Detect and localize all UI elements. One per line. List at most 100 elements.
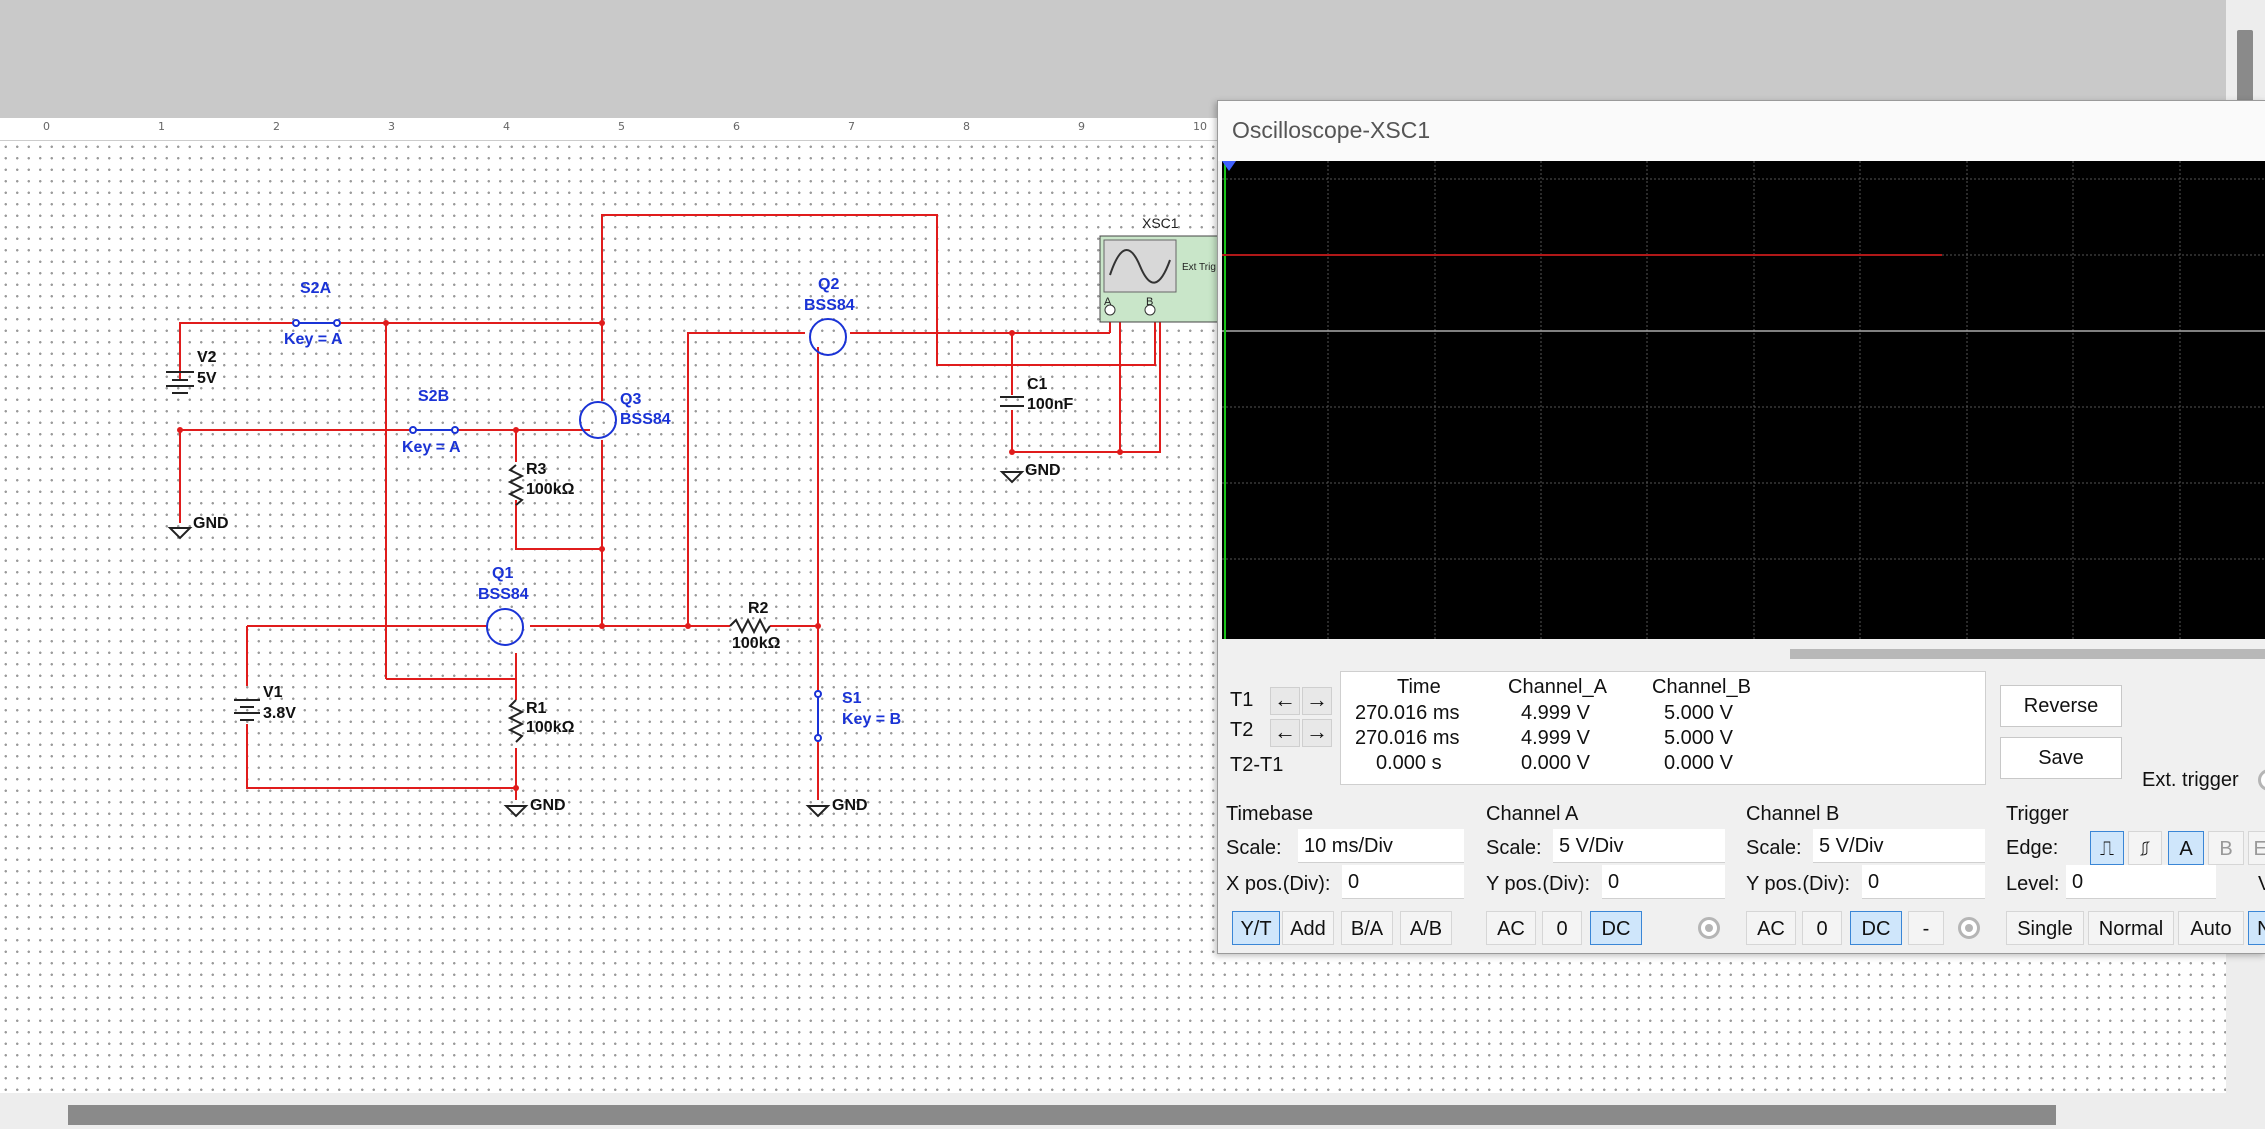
trigger-title: Trigger bbox=[2006, 803, 2069, 825]
header-time: Time bbox=[1397, 676, 1441, 698]
r3-name: R3 bbox=[526, 461, 547, 478]
channel-a-ypos-field[interactable]: 0 bbox=[1602, 865, 1725, 899]
oscilloscope-screen[interactable] bbox=[1222, 161, 2265, 639]
channel-a-scale-label: Scale: bbox=[1486, 837, 1542, 859]
timebase-scale-label: Scale: bbox=[1226, 837, 1282, 859]
diff-channel-a: 0.000 V bbox=[1521, 752, 1590, 774]
ext-trigger-label: Ext. trigger bbox=[2142, 769, 2239, 791]
t2-left-button[interactable]: ← bbox=[1270, 719, 1300, 747]
cursor-panel: T1 T2 T2-T1 ← → ← → Time Channel_A Chann… bbox=[1218, 669, 2265, 791]
auto-button[interactable]: Auto bbox=[2178, 911, 2244, 945]
a-b-mode-button[interactable]: A/B bbox=[1400, 911, 1452, 945]
x-pos-label: X pos.(Div): bbox=[1226, 873, 1331, 895]
t1-time: 270.016 ms bbox=[1355, 702, 1460, 724]
xsc1-a: A bbox=[1104, 296, 1112, 308]
channel-a-dc-button[interactable]: DC bbox=[1590, 911, 1642, 945]
edge-label: Edge: bbox=[2006, 837, 2059, 859]
header-channel-a: Channel_A bbox=[1508, 676, 1607, 698]
trigger-source-ext[interactable]: Ext bbox=[2248, 831, 2265, 865]
channel-a-ac-button[interactable]: AC bbox=[1486, 911, 1536, 945]
v2-value: 5V bbox=[197, 370, 217, 387]
gnd-label: GND bbox=[193, 515, 229, 532]
v2-name: V2 bbox=[197, 349, 217, 366]
s2b-key: Key = A bbox=[402, 439, 461, 456]
trigger-source-b[interactable]: B bbox=[2208, 831, 2244, 865]
save-button[interactable]: Save bbox=[2000, 737, 2122, 779]
channel-b-minus-button[interactable]: - bbox=[1908, 911, 1944, 945]
screen-scrollbar[interactable] bbox=[1790, 649, 2265, 659]
channel-b-ac-button[interactable]: AC bbox=[1746, 911, 1796, 945]
channel-b-scale-label: Scale: bbox=[1746, 837, 1802, 859]
timebase-scale-field[interactable]: 10 ms/Div bbox=[1298, 829, 1464, 863]
t2-right-button[interactable]: → bbox=[1302, 719, 1332, 747]
scope-grid bbox=[1222, 161, 2265, 639]
header-channel-b: Channel_B bbox=[1652, 676, 1751, 698]
channel-b-ypos-label: Y pos.(Div): bbox=[1746, 873, 1851, 895]
gnd-label: GND bbox=[530, 797, 566, 814]
t2-t1-label: T2-T1 bbox=[1230, 754, 1284, 776]
q2-model: BSS84 bbox=[804, 297, 855, 314]
b-a-mode-button[interactable]: B/A bbox=[1341, 911, 1393, 945]
q3-model: BSS84 bbox=[620, 411, 671, 428]
cursor-readout: Time Channel_A Channel_B 270.016 ms 4.99… bbox=[1340, 671, 1986, 785]
t1-right-button[interactable]: → bbox=[1302, 687, 1332, 715]
horizontal-scroll-thumb[interactable] bbox=[68, 1105, 2056, 1125]
r3-value: 100kΩ bbox=[526, 481, 575, 498]
level-unit: V bbox=[2258, 873, 2265, 895]
falling-edge-icon[interactable]: ⎎ bbox=[2128, 831, 2162, 865]
channel-a-title: Channel A bbox=[1486, 803, 1579, 825]
channel-b-title: Channel B bbox=[1746, 803, 1840, 825]
v1-value: 3.8V bbox=[263, 705, 296, 722]
channel-a-zero-button[interactable]: 0 bbox=[1542, 911, 1582, 945]
channel-a-color-radio[interactable] bbox=[1698, 917, 1720, 939]
r2-value: 100kΩ bbox=[732, 635, 781, 652]
gnd-label: GND bbox=[1025, 462, 1061, 479]
s1-name: S1 bbox=[842, 690, 862, 707]
s2a-key: Key = A bbox=[284, 331, 343, 348]
channel-b-zero-button[interactable]: 0 bbox=[1802, 911, 1842, 945]
q3-name: Q3 bbox=[620, 391, 641, 408]
yt-mode-button[interactable]: Y/T bbox=[1232, 911, 1280, 945]
channel-b-color-radio[interactable] bbox=[1958, 917, 1980, 939]
trigger-source-a[interactable]: A bbox=[2168, 831, 2204, 865]
gnd-label: GND bbox=[832, 797, 868, 814]
r2-name: R2 bbox=[748, 600, 769, 617]
q2-name: Q2 bbox=[818, 276, 839, 293]
t1-left-button[interactable]: ← bbox=[1270, 687, 1300, 715]
normal-button[interactable]: Normal bbox=[2088, 911, 2174, 945]
rising-edge-icon[interactable]: ⎍ bbox=[2090, 831, 2124, 865]
xsc1-ext-trig: Ext Trig bbox=[1182, 262, 1216, 273]
c1-value: 100nF bbox=[1027, 396, 1073, 413]
reverse-button[interactable]: Reverse bbox=[2000, 685, 2122, 727]
diff-channel-b: 0.000 V bbox=[1664, 752, 1733, 774]
t2-channel-a: 4.999 V bbox=[1521, 727, 1590, 749]
single-button[interactable]: Single bbox=[2006, 911, 2084, 945]
channel-a-ypos-label: Y pos.(Div): bbox=[1486, 873, 1591, 895]
oscilloscope-titlebar[interactable]: Oscilloscope-XSC1 bbox=[1218, 101, 2265, 161]
none-button[interactable]: None bbox=[2248, 911, 2265, 945]
q1-name: Q1 bbox=[492, 565, 513, 582]
channel-b-dc-button[interactable]: DC bbox=[1850, 911, 1902, 945]
channel-b-scale-field[interactable]: 5 V/Div bbox=[1813, 829, 1985, 863]
diff-time: 0.000 s bbox=[1376, 752, 1442, 774]
channel-b-ypos-field[interactable]: 0 bbox=[1862, 865, 1985, 899]
t1-label: T1 bbox=[1230, 689, 1254, 711]
s2b-name: S2B bbox=[418, 388, 449, 405]
add-mode-button[interactable]: Add bbox=[1282, 911, 1334, 945]
r1-name: R1 bbox=[526, 700, 547, 717]
xsc1-b: B bbox=[1146, 296, 1153, 308]
x-pos-field[interactable]: 0 bbox=[1342, 865, 1464, 899]
s2a-name: S2A bbox=[300, 280, 332, 297]
channel-a-scale-field[interactable]: 5 V/Div bbox=[1553, 829, 1725, 863]
window-title: Oscilloscope-XSC1 bbox=[1232, 117, 1431, 143]
r1-value: 100kΩ bbox=[526, 719, 575, 736]
level-field[interactable]: 0 bbox=[2066, 865, 2216, 899]
oscilloscope-window: Oscilloscope-XSC1 T1 T2 T2-T1 ← → ← → Ti… bbox=[1217, 100, 2265, 954]
t2-time: 270.016 ms bbox=[1355, 727, 1460, 749]
level-label: Level: bbox=[2006, 873, 2060, 895]
t1-channel-b: 5.000 V bbox=[1664, 702, 1733, 724]
t2-channel-b: 5.000 V bbox=[1664, 727, 1733, 749]
q1-model: BSS84 bbox=[478, 586, 529, 603]
v1-name: V1 bbox=[263, 684, 283, 701]
xsc1-name: XSC1 bbox=[1142, 215, 1179, 231]
